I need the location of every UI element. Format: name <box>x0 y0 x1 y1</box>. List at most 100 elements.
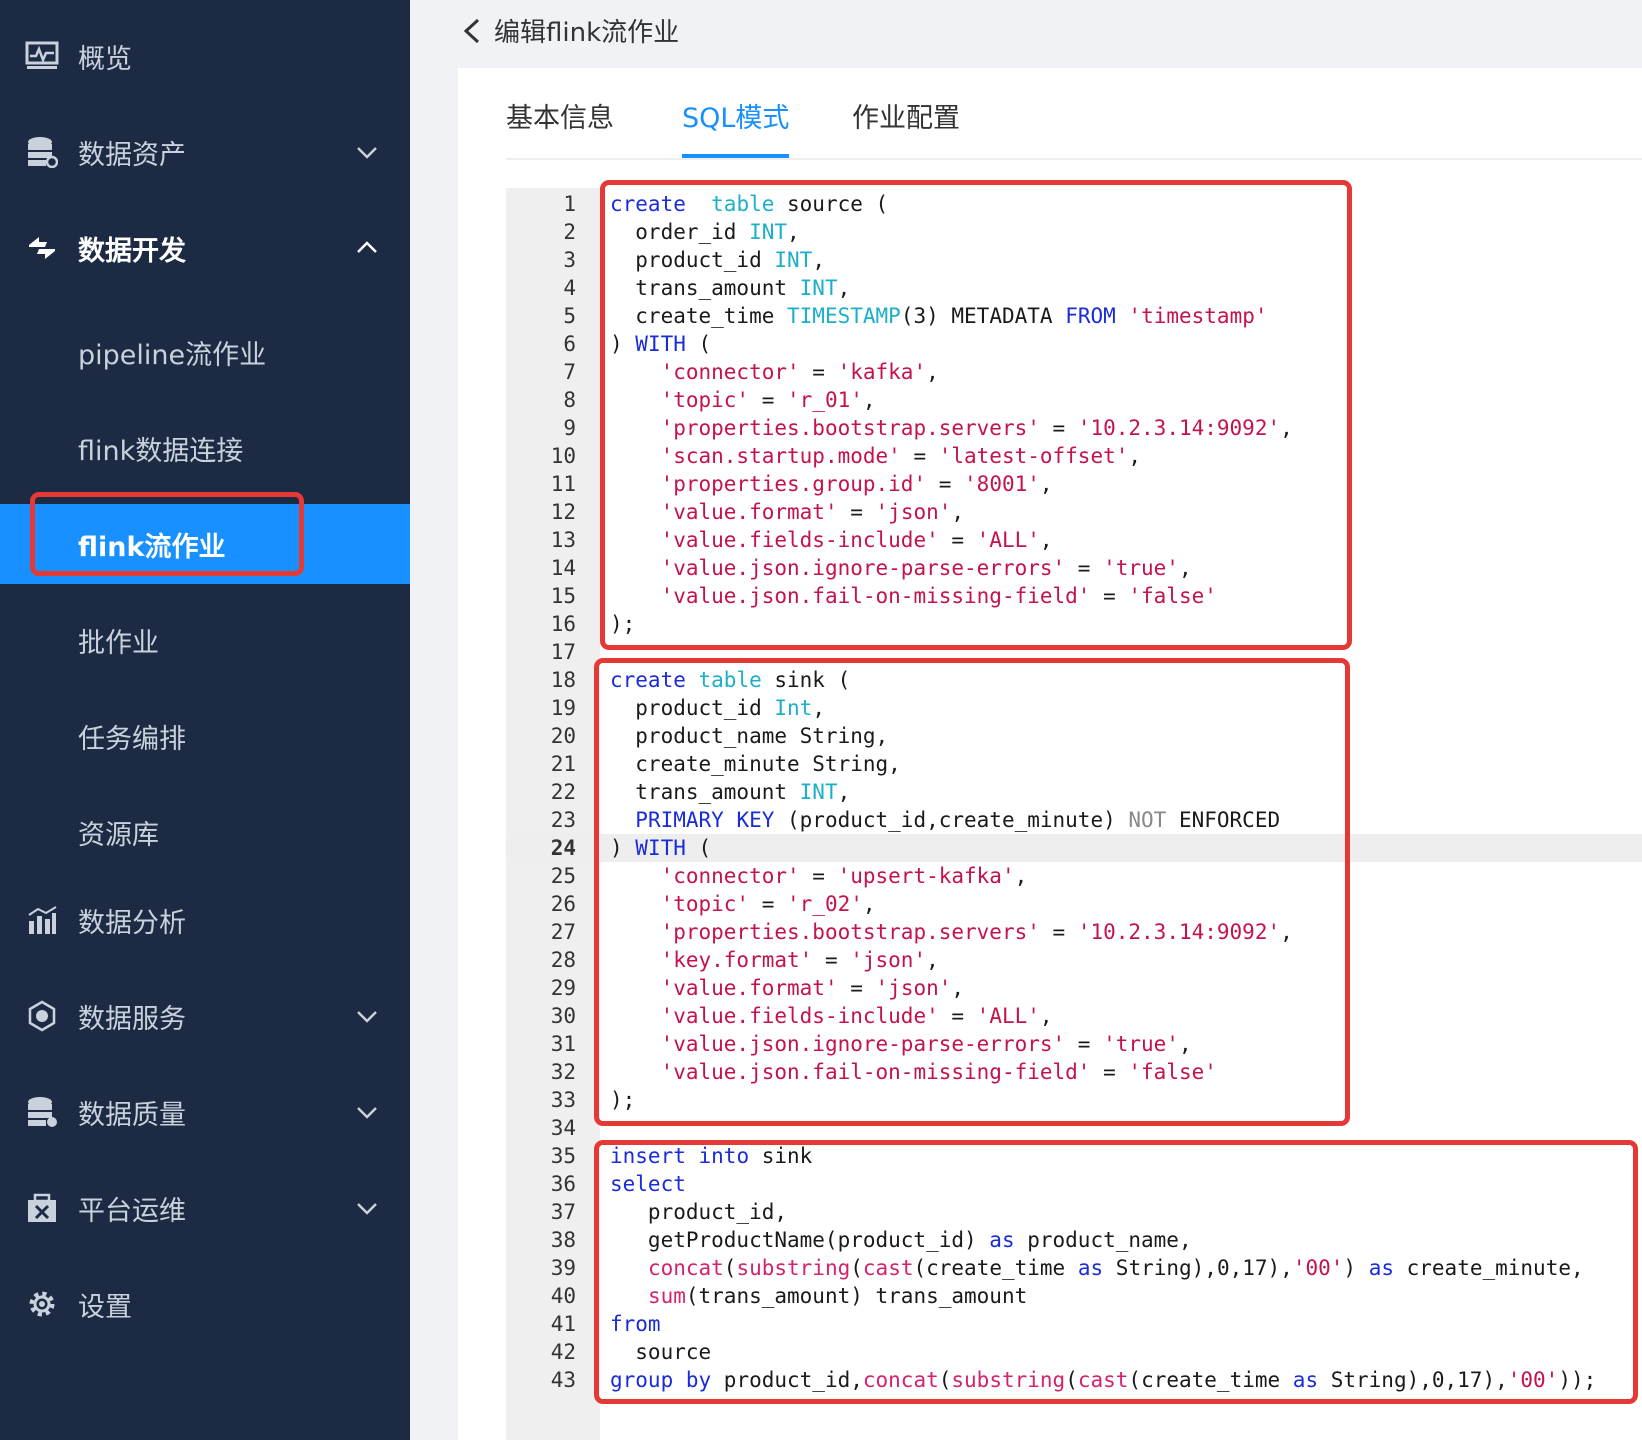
menu-item-platform-ops[interactable]: 平台运维 <box>0 1168 410 1248</box>
code-line[interactable]: product_id, <box>610 1198 787 1226</box>
chevron-down-icon[interactable] <box>354 1099 380 1125</box>
code-token: '8001' <box>964 472 1040 496</box>
code-line[interactable]: ); <box>610 610 635 638</box>
code-token: from <box>610 1312 661 1336</box>
chevron-down-icon[interactable] <box>354 1003 380 1029</box>
code-line[interactable]: select <box>610 1170 686 1198</box>
code-token: ); <box>610 612 636 636</box>
line-number: 15 <box>550 584 576 608</box>
code-line[interactable]: 'value.fields-include' = 'ALL', <box>610 526 1053 554</box>
code-token: WITH <box>635 836 686 860</box>
code-token: 'json' <box>875 976 952 1000</box>
menu-item-data-dev[interactable]: 数据开发 <box>0 208 410 288</box>
code-line[interactable]: 'value.json.fail-on-missing-field' = 'fa… <box>610 582 1217 610</box>
sidebar-item-pipeline[interactable]: pipeline流作业 <box>0 312 410 392</box>
code-line[interactable]: product_id Int, <box>610 694 825 722</box>
code-line[interactable]: create_minute String, <box>610 750 901 778</box>
code-line[interactable]: 'value.fields-include' = 'ALL', <box>610 1002 1053 1030</box>
menu-item-data-analysis[interactable]: 数据分析 <box>0 880 410 960</box>
menu-item-settings[interactable]: 设置 <box>0 1264 410 1344</box>
code-token: 'true' <box>1103 556 1179 580</box>
back-arrow-icon[interactable] <box>460 16 484 46</box>
code-line[interactable]: ); <box>610 1086 635 1114</box>
code-line[interactable]: 'value.json.ignore-parse-errors' = 'true… <box>610 554 1192 582</box>
code-line[interactable]: 'connector' = 'upsert-kafka', <box>610 862 1028 890</box>
database-icon <box>24 134 60 170</box>
line-number: 25 <box>550 864 576 888</box>
code-line[interactable]: group by product_id,concat(substring(cas… <box>610 1366 1596 1394</box>
code-token: sink <box>749 1144 813 1168</box>
code-line[interactable]: 'connector' = 'kafka', <box>610 358 939 386</box>
sidebar-item-batch-job[interactable]: 批作业 <box>0 600 410 680</box>
code-token: ) <box>610 836 636 860</box>
sidebar-item-orchestration[interactable]: 任务编排 <box>0 696 410 776</box>
code-token: INT <box>774 248 813 272</box>
code-line[interactable]: create table source ( <box>610 190 888 218</box>
code-line[interactable]: trans_amount INT, <box>610 778 850 806</box>
line-number: 23 <box>550 808 576 832</box>
code-line[interactable]: 'key.format' = 'json', <box>610 946 939 974</box>
sidebar-item-flink-stream-job[interactable]: flink流作业 <box>0 504 410 584</box>
code-token: 'ALL' <box>976 1004 1040 1028</box>
code-line[interactable]: source <box>610 1338 711 1366</box>
code-line[interactable]: insert into sink <box>610 1142 812 1170</box>
tab-job-config[interactable]: 作业配置 <box>852 96 960 154</box>
tab-sql-mode[interactable]: SQL模式 <box>682 96 790 158</box>
code-token: as <box>1077 1256 1104 1280</box>
chevron-down-icon[interactable] <box>354 139 380 165</box>
menu-item-data-assets[interactable]: 数据资产 <box>0 112 410 192</box>
sidebar-item-flink-connection[interactable]: flink数据连接 <box>0 408 410 488</box>
menu-item-data-quality[interactable]: 数据质量 <box>0 1072 410 1152</box>
code-line[interactable]: from <box>610 1310 661 1338</box>
line-number: 7 <box>563 360 576 384</box>
code-line[interactable]: 'value.format' = 'json', <box>610 498 964 526</box>
code-line[interactable]: ) WITH ( <box>610 330 711 358</box>
code-line[interactable]: 'topic' = 'r_02', <box>610 890 876 918</box>
sidebar-item-resource-lib[interactable]: 资源库 <box>0 792 410 872</box>
code-line[interactable]: PRIMARY KEY (product_id,create_minute) N… <box>610 806 1280 834</box>
code-line[interactable]: concat(substring(cast(create_time as Str… <box>610 1254 1584 1282</box>
line-number: 18 <box>550 668 576 692</box>
menu-item-data-service[interactable]: 数据服务 <box>0 976 410 1056</box>
code-line[interactable]: create_time TIMESTAMP(3) METADATA FROM '… <box>610 302 1267 330</box>
code-token: , <box>951 976 965 1000</box>
code-line[interactable]: product_name String, <box>610 722 888 750</box>
code-line[interactable]: order_id INT, <box>610 218 799 246</box>
code-line[interactable]: getProductName(product_id) as product_na… <box>610 1226 1192 1254</box>
code-line[interactable]: 'value.json.fail-on-missing-field' = 'fa… <box>610 1058 1217 1086</box>
code-line[interactable]: 'scan.startup.mode' = 'latest-offset', <box>610 442 1141 470</box>
dashboard-icon <box>24 38 60 74</box>
code-line[interactable]: 'topic' = 'r_01', <box>610 386 876 414</box>
code-token: 'value.format' <box>660 976 838 1000</box>
code-line[interactable]: 'properties.bootstrap.servers' = '10.2.3… <box>610 918 1293 946</box>
chevron-up-icon[interactable] <box>354 235 380 261</box>
code-line[interactable]: 'properties.bootstrap.servers' = '10.2.3… <box>610 414 1293 442</box>
code-line[interactable]: sum(trans_amount) trans_amount <box>610 1282 1027 1310</box>
code-line[interactable]: 'properties.group.id' = '8001', <box>610 470 1053 498</box>
line-number: 13 <box>550 528 576 552</box>
code-line[interactable]: create table sink ( <box>610 666 850 694</box>
menu-item-overview[interactable]: 概览 <box>0 16 410 96</box>
code-token: ( <box>938 1368 952 1392</box>
code-line[interactable]: 'value.format' = 'json', <box>610 974 964 1002</box>
code-token: '10.2.3.14:9092' <box>1077 920 1281 944</box>
code-line[interactable]: ) WITH ( <box>610 834 711 862</box>
code-token: = <box>1090 1060 1129 1084</box>
chevron-down-icon[interactable] <box>354 1195 380 1221</box>
tab-basic-info[interactable]: 基本信息 <box>506 96 614 154</box>
code-token: 'false' <box>1128 584 1217 608</box>
code-token: 'value.json.ignore-parse-errors' <box>660 556 1066 580</box>
code-token: NOT <box>1128 808 1167 832</box>
code-token: source ( <box>774 192 889 216</box>
code-line[interactable]: 'value.json.ignore-parse-errors' = 'true… <box>610 1030 1192 1058</box>
line-number: 24 <box>550 836 576 860</box>
code-line[interactable]: product_id INT, <box>610 246 825 274</box>
line-number: 22 <box>550 780 576 804</box>
line-number: 35 <box>550 1144 576 1168</box>
code-line[interactable]: trans_amount INT, <box>610 274 850 302</box>
code-token: product_id <box>610 248 775 272</box>
